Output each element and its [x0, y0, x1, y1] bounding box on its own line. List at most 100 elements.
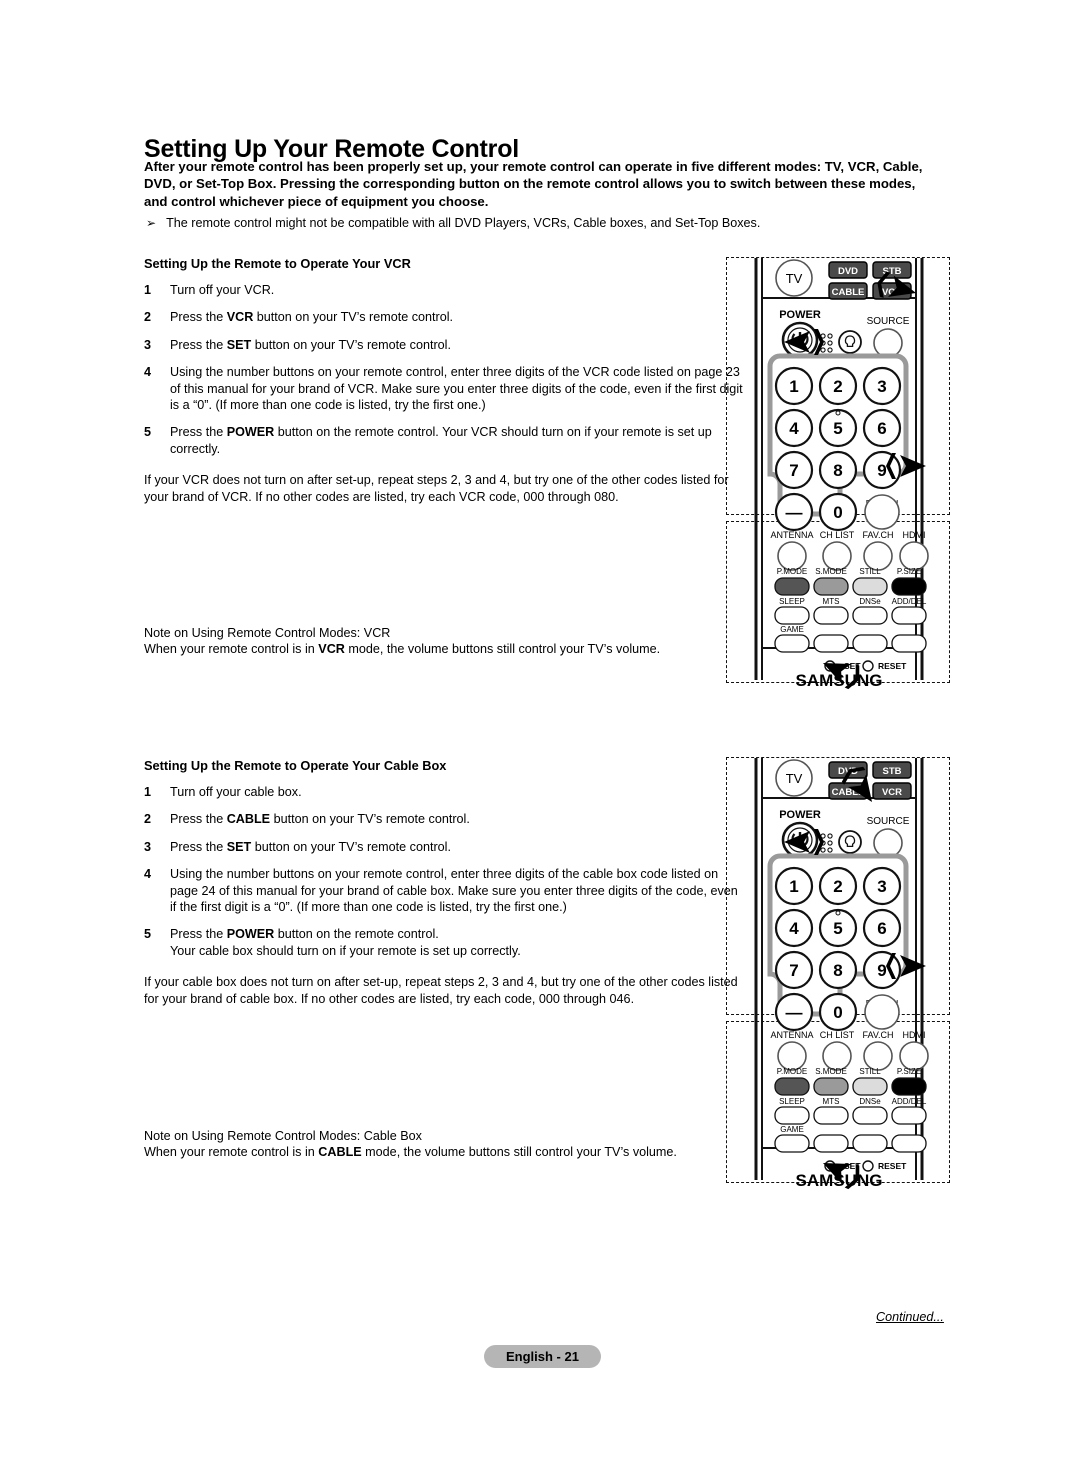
- function-button-row1: [891, 1077, 927, 1096]
- step-number: 4: [144, 365, 152, 380]
- step-text: Turn off your VCR.: [170, 283, 275, 297]
- function-button-row1: [774, 577, 810, 596]
- vcr-mode-button-label: VCR: [882, 787, 902, 798]
- step-text: Turn off your cable box.: [170, 785, 302, 799]
- function-label-row2: MTS: [823, 1097, 840, 1106]
- function-button-row1: [813, 577, 849, 596]
- vcr-closing-paragraph: If your VCR does not turn on after set-u…: [144, 473, 729, 504]
- function-button-row2: [813, 606, 849, 625]
- cable-mode-button-label: CABLE: [832, 287, 865, 298]
- indicator-dot: [827, 333, 833, 339]
- function-label-row2: SLEEP: [779, 597, 805, 606]
- function-button-row1: [774, 1077, 810, 1096]
- step-text: Press the POWER button on the remote con…: [170, 927, 521, 958]
- function-button-row2: [813, 1106, 849, 1125]
- keypad-key-label: 7: [789, 461, 798, 480]
- function-button-row2: [774, 606, 810, 625]
- function-button-row3: [852, 634, 888, 653]
- function-button-row3: [774, 634, 810, 653]
- function-button-row3: [813, 1134, 849, 1153]
- cable-closing-paragraph: If your cable box does not turn on after…: [144, 975, 738, 1006]
- bottom-row-button: [822, 541, 852, 571]
- indicator-dot: [820, 347, 826, 353]
- backlight-button: [838, 330, 862, 354]
- bottom-row-button: [777, 541, 807, 571]
- indicator-dot: [820, 847, 826, 853]
- reset-button: [862, 1160, 874, 1172]
- function-button-row3: [813, 634, 849, 653]
- function-label-row2: MTS: [823, 597, 840, 606]
- function-label-row1: S.MODE: [815, 567, 847, 576]
- cable-section: Setting Up the Remote to Operate Your Ca…: [144, 758, 744, 1007]
- cable-note-line-1: Note on Using Remote Control Modes: Cabl…: [144, 1129, 422, 1143]
- function-button-row2: [852, 1106, 888, 1125]
- source-label: SOURCE: [867, 316, 910, 327]
- fav-ch-label: FAV.CH: [862, 530, 893, 540]
- keypad-key-label: 1: [789, 377, 798, 396]
- continued-label: Continued...: [876, 1310, 944, 1324]
- function-button-row2: [891, 606, 927, 625]
- function-label-row2: ADD/DEL: [892, 597, 927, 606]
- function-button-row1: [852, 1077, 888, 1096]
- function-button-row1: [891, 577, 927, 596]
- function-label-row1: P.MODE: [777, 1067, 808, 1076]
- keypad-key-label: 5: [833, 919, 842, 938]
- function-button-row3: [891, 634, 927, 653]
- step-number: 1: [144, 283, 152, 297]
- function-button-row2: [774, 1106, 810, 1125]
- function-button-row1: [852, 577, 888, 596]
- function-label-row1: P.SIZE: [897, 1067, 921, 1076]
- backlight-button: [838, 830, 862, 854]
- keypad-key-label: 4: [789, 419, 799, 438]
- vcr-mode-note: Note on Using Remote Control Modes: VCR …: [144, 625, 744, 658]
- function-label-row2: DNSe: [859, 597, 881, 606]
- keypad-key-label: 0: [833, 1003, 842, 1022]
- keypad-key-label: 9: [877, 961, 886, 980]
- keypad-key-label: 6: [877, 419, 886, 438]
- vcr-section-heading: Setting Up the Remote to Operate Your VC…: [144, 256, 411, 271]
- step-text: Press the SET button on your TV’s remote…: [170, 839, 451, 854]
- source-button: [873, 828, 903, 858]
- step-text: Using the number buttons on your remote …: [170, 365, 743, 413]
- arrow-bullet-icon: ➢: [146, 216, 157, 230]
- remote-illustration-vcr: TVDVDSTBCABLEVCRPOWERSOURCE123456789—0PR…: [754, 258, 929, 690]
- function-button-row1: [813, 1077, 849, 1096]
- keypad-key-label: 8: [833, 461, 842, 480]
- step-number: 1: [144, 785, 152, 799]
- function-label-row1: P.MODE: [777, 567, 808, 576]
- keypad-key-label: 2: [833, 377, 842, 396]
- game-label: GAME: [780, 1125, 804, 1134]
- tv-mode-label: TV: [786, 271, 803, 286]
- step-number: 2: [144, 812, 152, 827]
- indicator-dot: [827, 833, 833, 839]
- pre-ch-button: [864, 994, 900, 1030]
- power-label: POWER: [779, 809, 821, 821]
- cable-steps-list: 1 Turn off your cable box. 2 Press the CABL…: [144, 784, 744, 959]
- step-number: 5: [144, 425, 152, 440]
- function-label-row2: ADD/DEL: [892, 1097, 927, 1106]
- keypad-key-label: 1: [789, 877, 798, 896]
- step-text: Press the VCR button on your TV’s remote…: [170, 310, 454, 325]
- vcr-note-line-2: When your remote control is in VCR mode,…: [144, 642, 661, 657]
- indicator-dot: [827, 347, 833, 353]
- keypad-key-label: 4: [789, 919, 799, 938]
- tv-mode-label: TV: [786, 771, 803, 786]
- keypad-key-label: 2: [833, 877, 842, 896]
- keypad-key-label: 3: [877, 877, 886, 896]
- vcr-steps-list: 1 Turn off your VCR. 2 Press the VCR button…: [144, 282, 744, 457]
- step-number: 4: [144, 867, 152, 882]
- step-number: 5: [144, 927, 152, 942]
- function-button-row3: [774, 1134, 810, 1153]
- hdmi-label: HDMI: [903, 530, 926, 540]
- function-button-row2: [852, 606, 888, 625]
- function-button-row3: [852, 1134, 888, 1153]
- step-item: 5 Press the POWER button on the remote co…: [144, 424, 744, 457]
- step-item: 1 Turn off your VCR.: [144, 282, 744, 298]
- bottom-row-button: [863, 1041, 893, 1071]
- vcr-section: Setting Up the Remote to Operate Your VC…: [144, 256, 744, 505]
- step-item: 5 Press the POWER button on the remote co…: [144, 926, 744, 959]
- bottom-row-button: [899, 1041, 929, 1071]
- step-number: 3: [144, 337, 152, 352]
- function-label-row2: DNSe: [859, 1097, 881, 1106]
- keypad-key-label: 7: [789, 961, 798, 980]
